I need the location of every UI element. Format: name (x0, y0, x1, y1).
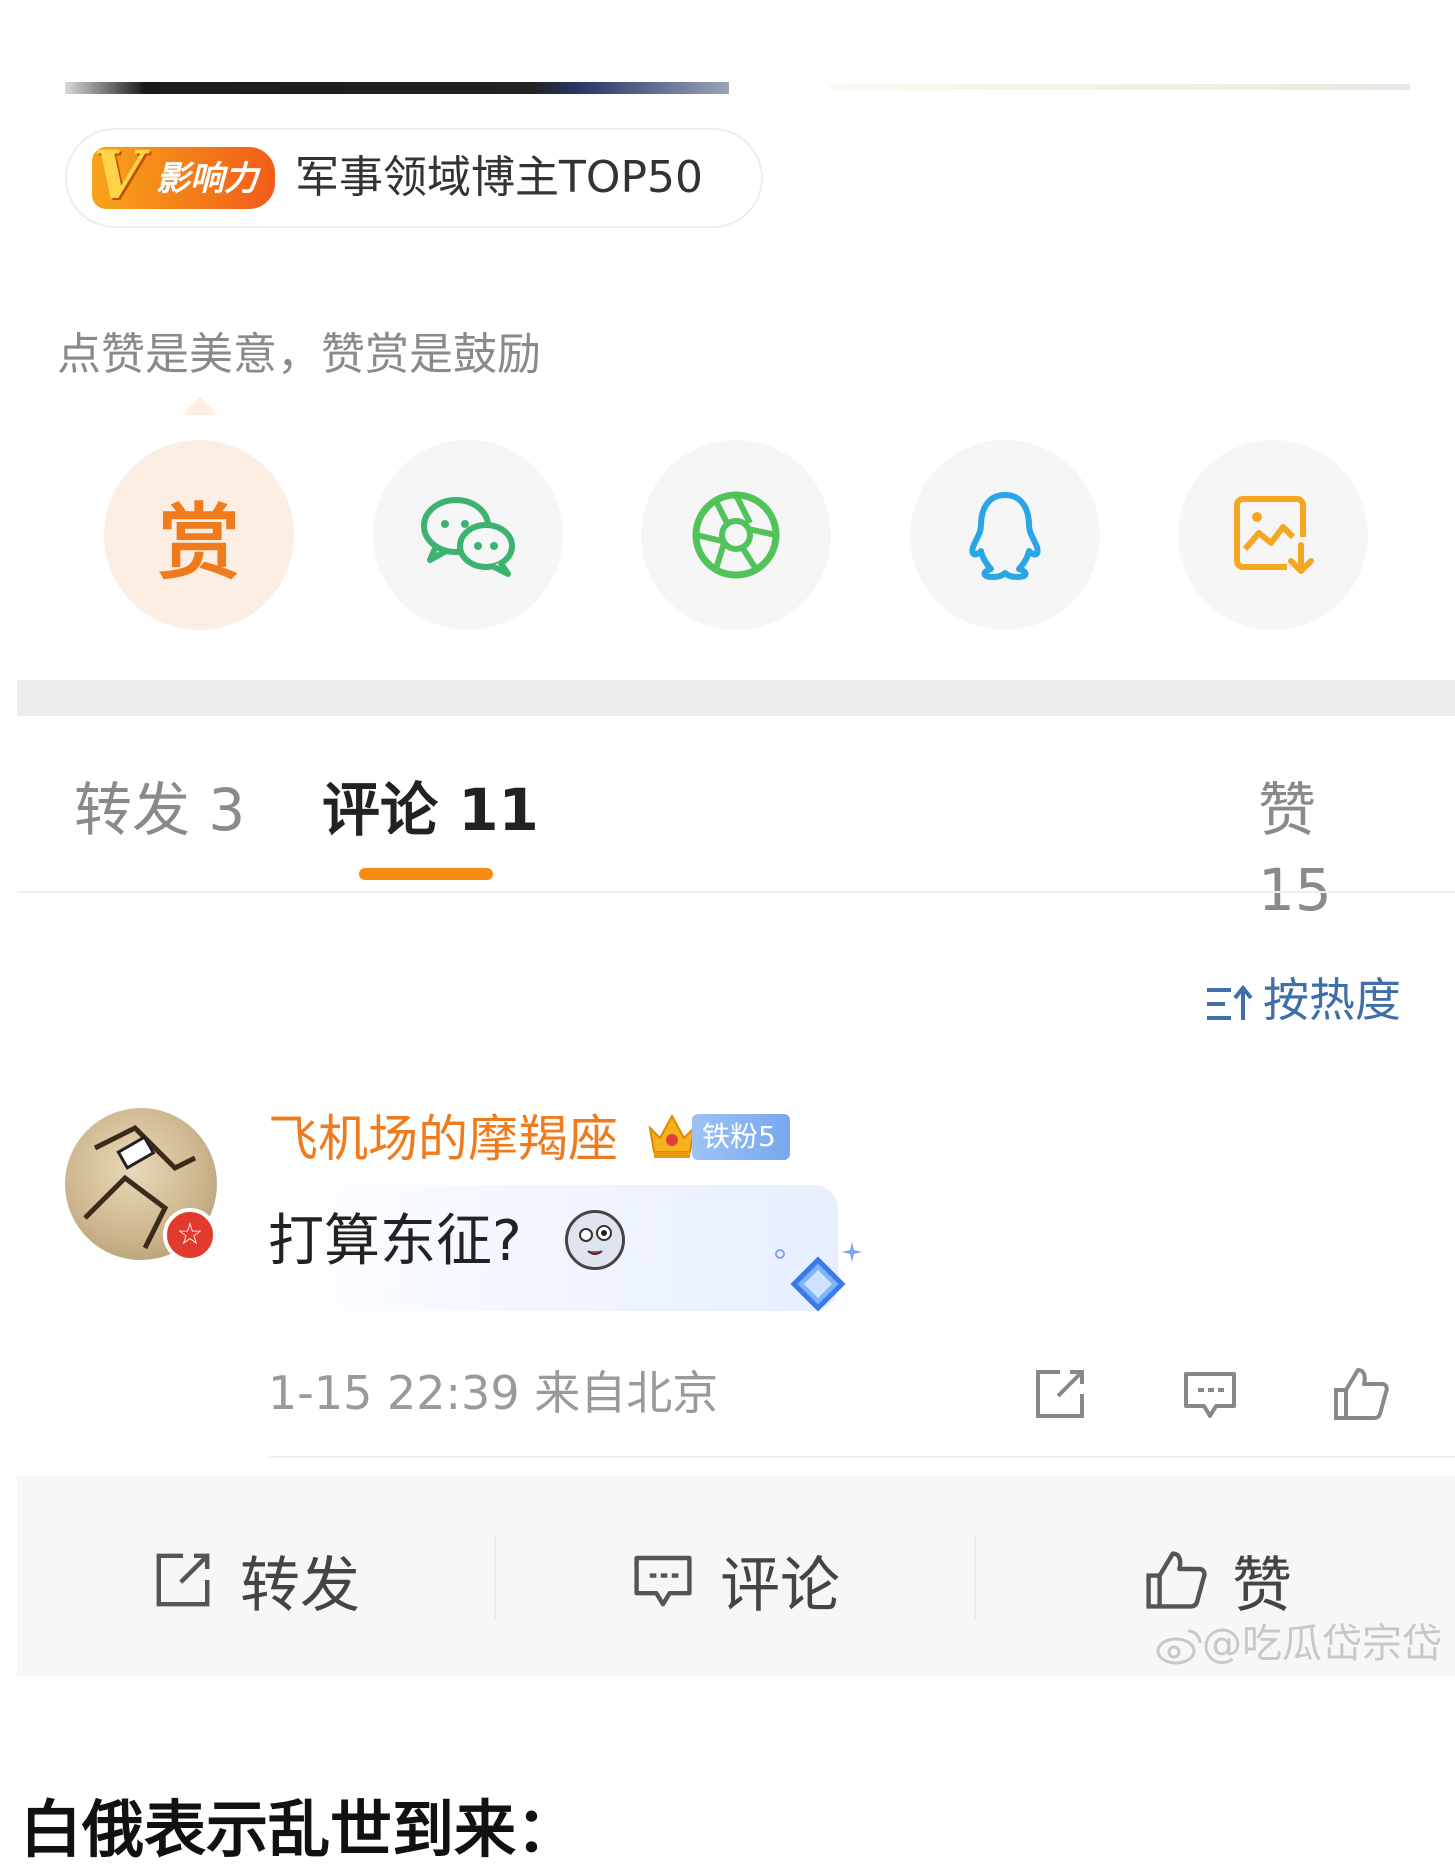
moments-icon (692, 491, 780, 579)
influence-badge-text: 军事领域博主TOP50 (295, 152, 704, 203)
weibo-logo-icon (1156, 1629, 1202, 1665)
like-label: 赞 (1232, 1550, 1292, 1621)
comment-text: 打算东征? (268, 1209, 522, 1274)
repost-icon[interactable] (1030, 1364, 1090, 1424)
diamond-icon (775, 1242, 862, 1312)
fan-level-badge: 铁粉5 (692, 1114, 790, 1160)
save-image-icon (1234, 496, 1314, 574)
share-moments-button[interactable] (641, 440, 831, 630)
reward-icon: 赏 (157, 495, 240, 591)
tab-likes[interactable]: 赞 15 (1258, 770, 1408, 924)
like-icon (1146, 1551, 1207, 1609)
watermark-text: @吃瓜岱宗岱 (1202, 1621, 1442, 1667)
dog-emoji-icon (565, 1210, 625, 1270)
tab-reposts[interactable]: 转发 3 (74, 770, 274, 850)
tabs-divider (17, 891, 1455, 893)
hint-arrow (182, 397, 218, 415)
reply-icon[interactable] (1180, 1364, 1240, 1424)
repost-icon (156, 1553, 210, 1607)
article-caption: 白俄表示乱世到来： (20, 1793, 579, 1866)
action-separator (494, 1536, 496, 1620)
reward-hint: 点赞是美意，赞赏是鼓励 (57, 329, 541, 380)
tab-comments[interactable]: 评论 11 (322, 770, 552, 850)
post-image-bottom-edge-right[interactable] (830, 84, 1410, 90)
influence-tag-label: 影响力 (156, 159, 258, 199)
comment-divider (268, 1456, 1455, 1458)
like-icon[interactable] (1330, 1364, 1390, 1424)
reward-button[interactable]: 赏 (104, 440, 294, 630)
comment-author[interactable]: 飞机场的摩羯座 (268, 1108, 648, 1170)
share-qq-button[interactable] (910, 440, 1100, 630)
repost-button[interactable]: 转发 (150, 1540, 430, 1621)
share-wechat-button[interactable] (373, 440, 563, 630)
sort-by-hot-button[interactable]: 按热度 (1205, 970, 1410, 1030)
repost-label: 转发 (240, 1550, 360, 1621)
action-separator (974, 1536, 976, 1620)
weibo-watermark: @吃瓜岱宗岱 (1156, 1614, 1446, 1674)
post-image-bottom-edge[interactable] (65, 82, 729, 94)
wechat-icon (421, 497, 515, 577)
comment-time-location: 1-15 22:39 来自北京 (268, 1366, 719, 1420)
comment-button[interactable]: 评论 (630, 1540, 910, 1621)
comment-icon (634, 1555, 692, 1607)
comment-label: 评论 (720, 1550, 840, 1621)
active-tab-indicator (359, 868, 493, 880)
sort-icon (1207, 984, 1253, 1020)
sort-label: 按热度 (1263, 973, 1401, 1027)
influence-v-icon: V (93, 136, 145, 214)
save-image-button[interactable] (1178, 440, 1368, 630)
qq-icon (969, 492, 1041, 580)
like-button[interactable]: 赞 (1142, 1540, 1362, 1621)
verified-badge-icon: ☆ (163, 1208, 217, 1262)
section-divider-band (17, 680, 1455, 716)
